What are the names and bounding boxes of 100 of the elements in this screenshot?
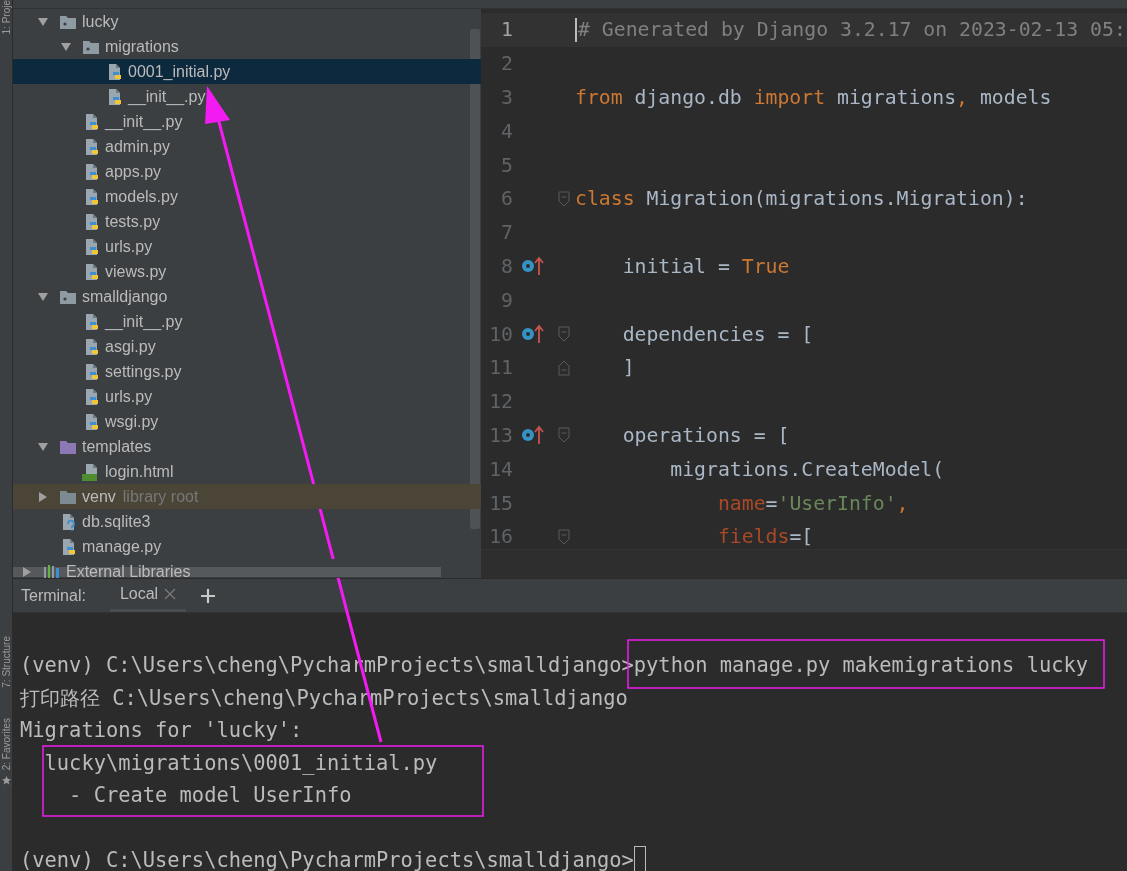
line-number: 9 xyxy=(500,288,513,312)
tree-item[interactable]: manage.py xyxy=(13,534,481,559)
file-name: db.sqlite3 xyxy=(82,512,151,531)
code-line: from django.db import migrations, models xyxy=(575,86,1052,109)
file-name: migrations xyxy=(105,37,179,56)
code-line: # Generated by Django 3.2.17 on 2023-02-13 05: xyxy=(578,18,1126,42)
tree-item[interactable]: settings.py xyxy=(13,359,481,384)
file-name: External Libraries xyxy=(66,562,191,578)
line-number: 15 xyxy=(488,491,513,515)
file-name: settings.py xyxy=(105,362,182,381)
file-name: apps.py xyxy=(105,162,162,181)
line-number: 3 xyxy=(500,86,513,109)
tree-item[interactable]: 0001_initial.py xyxy=(13,59,481,84)
code-line: ] xyxy=(621,356,635,380)
tree-item[interactable]: __init__.py xyxy=(13,84,481,109)
code-line: fields=[ xyxy=(716,525,814,549)
tree-item[interactable]: urls.py xyxy=(13,234,481,259)
html-file-icon xyxy=(82,462,100,481)
file-name: __init__.py xyxy=(128,87,206,106)
tree-item[interactable]: smalldjango xyxy=(13,284,481,309)
tree-item[interactable]: admin.py xyxy=(13,134,481,159)
code-line: name='UserInfo', xyxy=(716,491,909,515)
collapse-arrow-icon[interactable] xyxy=(37,440,49,453)
file-name: urls.py xyxy=(105,237,153,256)
tree-item[interactable]: wsgi.py xyxy=(13,409,481,434)
tree-item[interactable]: migrations xyxy=(13,34,481,59)
file-name: wsgi.py xyxy=(105,412,159,431)
file-name: asgi.py xyxy=(105,337,156,356)
tree-item[interactable]: db.sqlite3 xyxy=(13,509,481,534)
collapse-arrow-icon[interactable] xyxy=(37,290,49,303)
line-number: 11 xyxy=(488,356,513,380)
file-name: venv xyxy=(82,487,116,506)
tree-item[interactable]: __init__.py xyxy=(13,309,481,334)
collapse-arrow-icon[interactable] xyxy=(37,15,49,28)
library-hint: library root xyxy=(122,487,199,506)
tree-item[interactable]: asgi.py xyxy=(13,334,481,359)
file-name: __init__.py xyxy=(105,112,183,131)
file-name: templates xyxy=(82,437,152,456)
file-name: urls.py xyxy=(105,387,153,406)
tree-item[interactable]: tests.py xyxy=(13,209,481,234)
star-icon xyxy=(1,776,11,786)
line-number: 8 xyxy=(500,254,513,278)
tool-window-tab[interactable]: 2: Favorites xyxy=(0,718,12,771)
terminal-line: Migrations for 'lucky': xyxy=(20,718,303,743)
tree-item[interactable]: lucky xyxy=(13,9,481,34)
terminal-cursor xyxy=(633,845,646,871)
expand-arrow-icon[interactable] xyxy=(21,565,33,578)
fold-icon[interactable] xyxy=(558,528,570,545)
tree-item[interactable]: urls.py xyxy=(13,384,481,409)
override-icon[interactable] xyxy=(521,255,545,278)
fold-icon[interactable] xyxy=(558,359,570,376)
file-name: __init__.py xyxy=(105,312,183,331)
file-name: smalldjango xyxy=(82,287,168,306)
code-line: operations = [ xyxy=(621,423,790,447)
close-icon[interactable] xyxy=(164,588,177,600)
line-number: 10 xyxy=(488,322,513,346)
tree-item[interactable]: views.py xyxy=(13,259,481,284)
tool-window-tab[interactable]: 7: Structure xyxy=(0,636,12,689)
collapse-arrow-icon[interactable] xyxy=(60,40,72,53)
file-name: views.py xyxy=(105,262,167,281)
expand-arrow-icon[interactable] xyxy=(37,490,49,503)
file-name: tests.py xyxy=(105,212,161,231)
tree-item[interactable]: login.html xyxy=(13,459,481,484)
file-name: models.py xyxy=(105,187,178,206)
file-name: login.html xyxy=(105,462,174,481)
line-number: 7 xyxy=(500,221,513,245)
terminal-line: - Create model UserInfo xyxy=(68,783,352,808)
tree-item[interactable]: External Libraries xyxy=(13,559,441,578)
tree-item[interactable]: apps.py xyxy=(13,159,481,184)
fold-icon[interactable] xyxy=(558,326,570,343)
scrollbar[interactable] xyxy=(470,29,480,529)
tool-window-tab[interactable]: 1: Proje xyxy=(0,0,12,35)
tree-item[interactable]: templates xyxy=(13,434,481,459)
override-icon[interactable] xyxy=(521,424,545,447)
line-number: 2 xyxy=(500,52,513,76)
text-cursor xyxy=(575,17,577,42)
library-icon xyxy=(43,562,61,578)
tree-item[interactable]: models.py xyxy=(13,184,481,209)
line-number: 13 xyxy=(488,423,513,447)
line-number: 1 xyxy=(500,18,513,42)
override-icon[interactable] xyxy=(521,323,545,346)
line-number: 6 xyxy=(500,187,513,211)
file-name: admin.py xyxy=(105,137,170,156)
terminal-prompt: (venv) C:\Users\cheng\PycharmProjects\smalldjango> xyxy=(20,847,634,871)
terminal-line: lucky\migrations\0001_initial.py xyxy=(43,750,438,775)
add-tab-icon[interactable] xyxy=(200,587,217,604)
tree-item[interactable]: venv library root xyxy=(13,484,481,509)
line-number: 4 xyxy=(500,119,513,143)
fold-icon[interactable] xyxy=(558,427,570,444)
line-number: 5 xyxy=(500,153,513,177)
code-line: migrations.CreateModel( xyxy=(669,457,945,481)
file-name: manage.py xyxy=(82,537,162,556)
terminal-label: Terminal: xyxy=(21,586,86,605)
file-name: 0001_initial.py xyxy=(128,62,231,81)
file-name: lucky xyxy=(82,12,119,31)
line-number: 12 xyxy=(488,390,513,414)
fold-icon[interactable] xyxy=(558,190,570,207)
line-number: 14 xyxy=(488,457,513,481)
tree-item[interactable]: __init__.py xyxy=(13,109,481,134)
code-line: class Migration(migrations.Migration): xyxy=(575,187,1028,211)
